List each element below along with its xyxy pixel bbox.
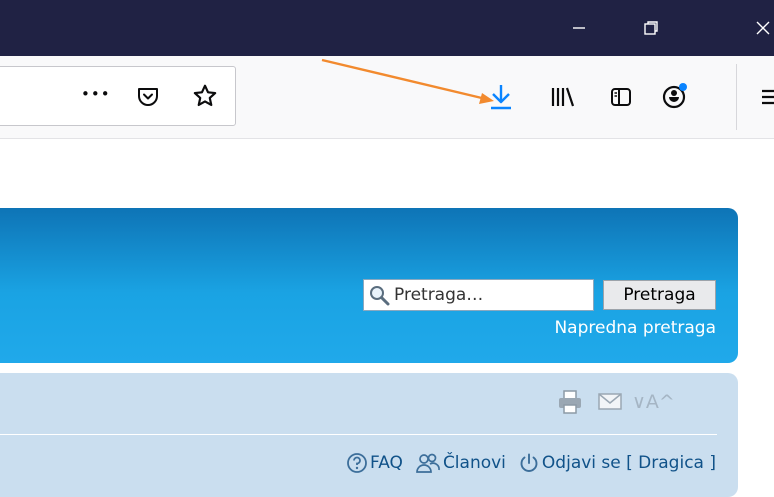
email-icon[interactable]	[596, 388, 624, 416]
logout-label: Odjavi se [ Dragica ]	[541, 453, 716, 473]
search-icon	[370, 286, 390, 306]
print-icon[interactable]	[556, 388, 584, 416]
font-size-change[interactable]: ∨A^	[632, 391, 675, 413]
search-input[interactable]: Pretraga…	[363, 279, 594, 311]
logout-link[interactable]: Odjavi se [ Dragica ]	[518, 452, 716, 474]
search-button[interactable]: Pretraga	[603, 280, 716, 310]
members-icon	[416, 453, 440, 473]
members-label: Članovi	[442, 453, 506, 473]
annotation-arrow	[321, 58, 494, 104]
members-link[interactable]: Članovi	[415, 452, 506, 474]
faq-icon	[347, 453, 367, 473]
faq-link[interactable]: FAQ	[346, 452, 403, 474]
search-placeholder: Pretraga…	[394, 285, 484, 305]
page-tools: ∨A^	[556, 388, 675, 416]
faq-label: FAQ	[370, 453, 403, 473]
navbar-divider	[0, 434, 717, 435]
navbar-links: FAQ Članovi Odjavi se [ Dragica ]	[338, 452, 716, 474]
advanced-search-link[interactable]: Napredna pretraga	[554, 318, 716, 338]
power-icon	[520, 453, 538, 472]
